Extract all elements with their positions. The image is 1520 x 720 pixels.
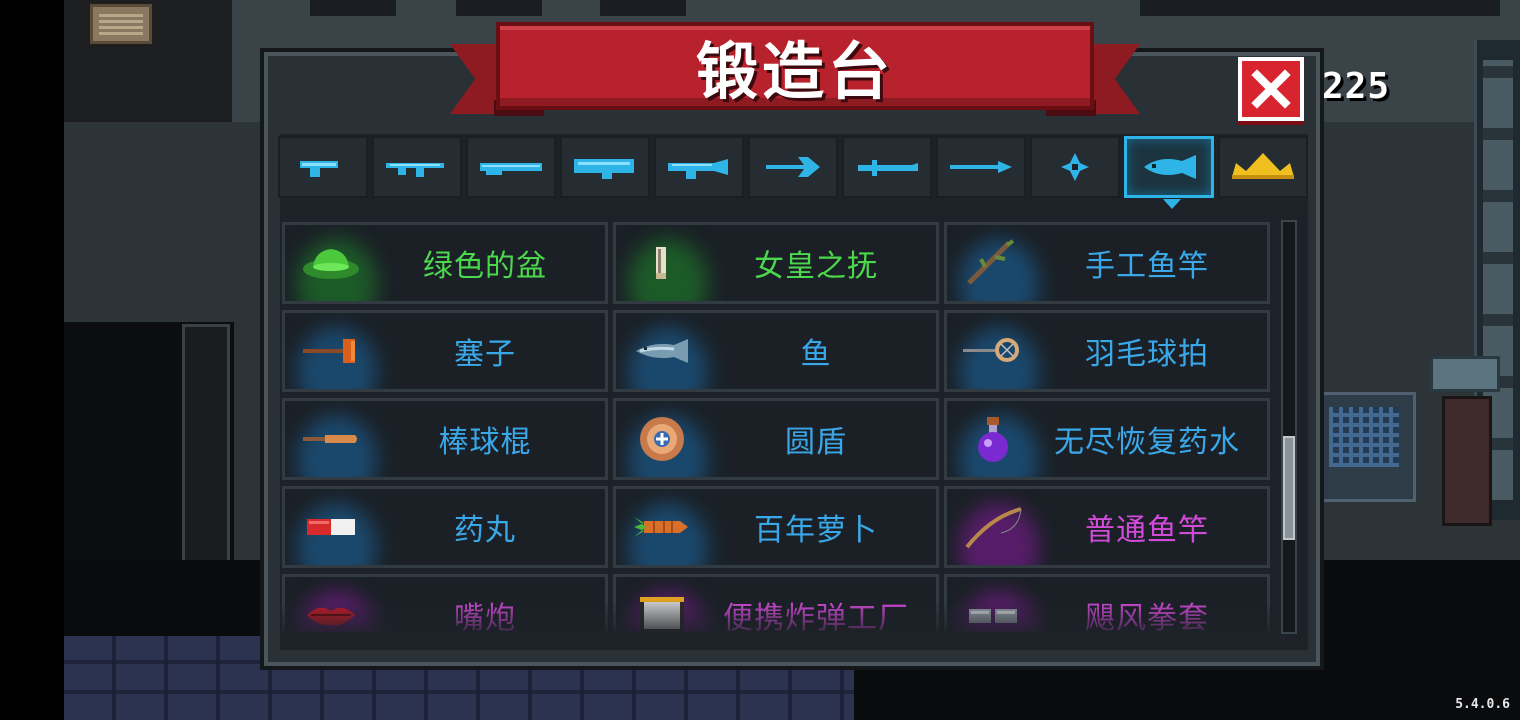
shuriken-icon	[1061, 153, 1089, 181]
tab-crown[interactable]	[1218, 136, 1308, 198]
item-green-basin[interactable]: 绿色的盆	[282, 222, 608, 304]
background-ledge	[1140, 0, 1500, 16]
item-queen-caress[interactable]: 女皇之抚	[613, 222, 939, 304]
item-plunger[interactable]: 塞子	[282, 310, 608, 392]
item-endless-potion[interactable]: 无尽恢复药水	[944, 398, 1270, 480]
item-list: 绿色的盆 女皇之抚 手工鱼竿 塞子 鱼 羽毛球拍 棒球棍 圆盾 无尽恢复药水 药…	[282, 222, 1276, 632]
pill-icon	[307, 519, 355, 535]
hurricane-gauntlet-icon	[969, 609, 1017, 623]
page-title: 锻造台	[695, 35, 894, 108]
item-name: 鱼	[800, 337, 832, 372]
item-badminton-racket[interactable]: 羽毛球拍	[944, 310, 1270, 392]
item-hurricane-gauntlet[interactable]: 飓风拳套	[944, 574, 1270, 632]
potion-icon	[978, 417, 1008, 462]
handmade-fishing-rod-icon	[967, 239, 1015, 285]
background-robot	[1430, 356, 1510, 536]
item-common-fishing-rod[interactable]: 普通鱼竿	[944, 486, 1270, 568]
fish-icon	[1144, 155, 1196, 179]
item-name: 嘴炮	[454, 601, 516, 632]
background-ledge	[600, 0, 686, 16]
rocket-launcher-icon	[574, 159, 634, 179]
item-pill[interactable]: 药丸	[282, 486, 608, 568]
tab-spear[interactable]	[936, 136, 1026, 198]
item-baseball-bat[interactable]: 棒球棍	[282, 398, 608, 480]
item-name: 羽毛球拍	[1085, 337, 1209, 372]
item-name: 便携炸弹工厂	[723, 601, 909, 632]
title-banner: 锻造台	[450, 22, 1140, 126]
item-name: 塞子	[454, 337, 516, 372]
tab-bow[interactable]	[748, 136, 838, 198]
assault-rifle-icon	[386, 163, 444, 177]
round-shield-icon	[640, 417, 684, 461]
close-button[interactable]	[1238, 57, 1304, 121]
item-name: 无尽恢复药水	[1054, 425, 1240, 460]
item-name: 飓风拳套	[1085, 601, 1209, 632]
queen-caress-icon	[656, 247, 666, 279]
lips-icon	[307, 607, 355, 626]
item-name: 绿色的盆	[423, 249, 547, 284]
tab-fish[interactable]	[1124, 136, 1214, 209]
background-ledge	[310, 0, 396, 16]
pistol-icon	[300, 161, 338, 177]
carrot-icon	[634, 517, 688, 537]
item-name: 药丸	[454, 513, 516, 548]
bow-icon	[766, 157, 820, 177]
item-handmade-fishing-rod[interactable]: 手工鱼竿	[944, 222, 1270, 304]
tab-assault-rifle[interactable]	[372, 136, 462, 198]
crown-icon	[1232, 153, 1294, 179]
item-fish[interactable]: 鱼	[613, 310, 939, 392]
item-name: 棒球棍	[438, 425, 532, 460]
item-portable-bomb-factory[interactable]: 便携炸弹工厂	[613, 574, 939, 632]
close-icon	[1251, 69, 1291, 109]
laser-rifle-icon	[668, 159, 728, 179]
item-name: 圆盾	[785, 425, 847, 460]
shotgun-icon	[480, 163, 542, 175]
item-name: 普通鱼竿	[1085, 513, 1209, 548]
plunger-icon	[303, 339, 355, 363]
tab-laser-rifle[interactable]	[654, 136, 744, 198]
version-label: 5.4.0.6	[1455, 697, 1510, 712]
notice-board	[90, 4, 152, 44]
tab-rocket-launcher[interactable]	[560, 136, 650, 198]
scrollbar-track[interactable]	[1281, 220, 1297, 634]
background-ledge	[456, 0, 542, 16]
green-basin-icon	[303, 249, 359, 279]
sword-icon	[858, 160, 918, 176]
fishing-rod-icon	[965, 507, 1022, 549]
baseball-bat-icon	[303, 435, 357, 443]
spear-icon	[950, 161, 1012, 173]
tab-pistol[interactable]	[278, 136, 368, 198]
background-door	[182, 324, 230, 564]
item-name: 女皇之抚	[754, 249, 878, 284]
tab-shotgun[interactable]	[466, 136, 556, 198]
item-lips-cannon[interactable]: 嘴炮	[282, 574, 608, 632]
item-name: 手工鱼竿	[1085, 249, 1209, 284]
category-tabs	[278, 136, 1308, 209]
currency-amount: 225	[1322, 66, 1391, 107]
item-round-shield[interactable]: 圆盾	[613, 398, 939, 480]
tab-sword[interactable]	[842, 136, 932, 198]
fish-icon	[636, 339, 688, 363]
bomb-factory-icon	[640, 597, 684, 632]
item-century-carrot[interactable]: 百年萝卜	[613, 486, 939, 568]
item-name: 百年萝卜	[754, 513, 878, 548]
tab-shuriken[interactable]	[1030, 136, 1120, 198]
badminton-racket-icon	[963, 338, 1019, 362]
scrollbar-thumb[interactable]	[1283, 436, 1295, 540]
blueprint-table	[1318, 392, 1416, 502]
